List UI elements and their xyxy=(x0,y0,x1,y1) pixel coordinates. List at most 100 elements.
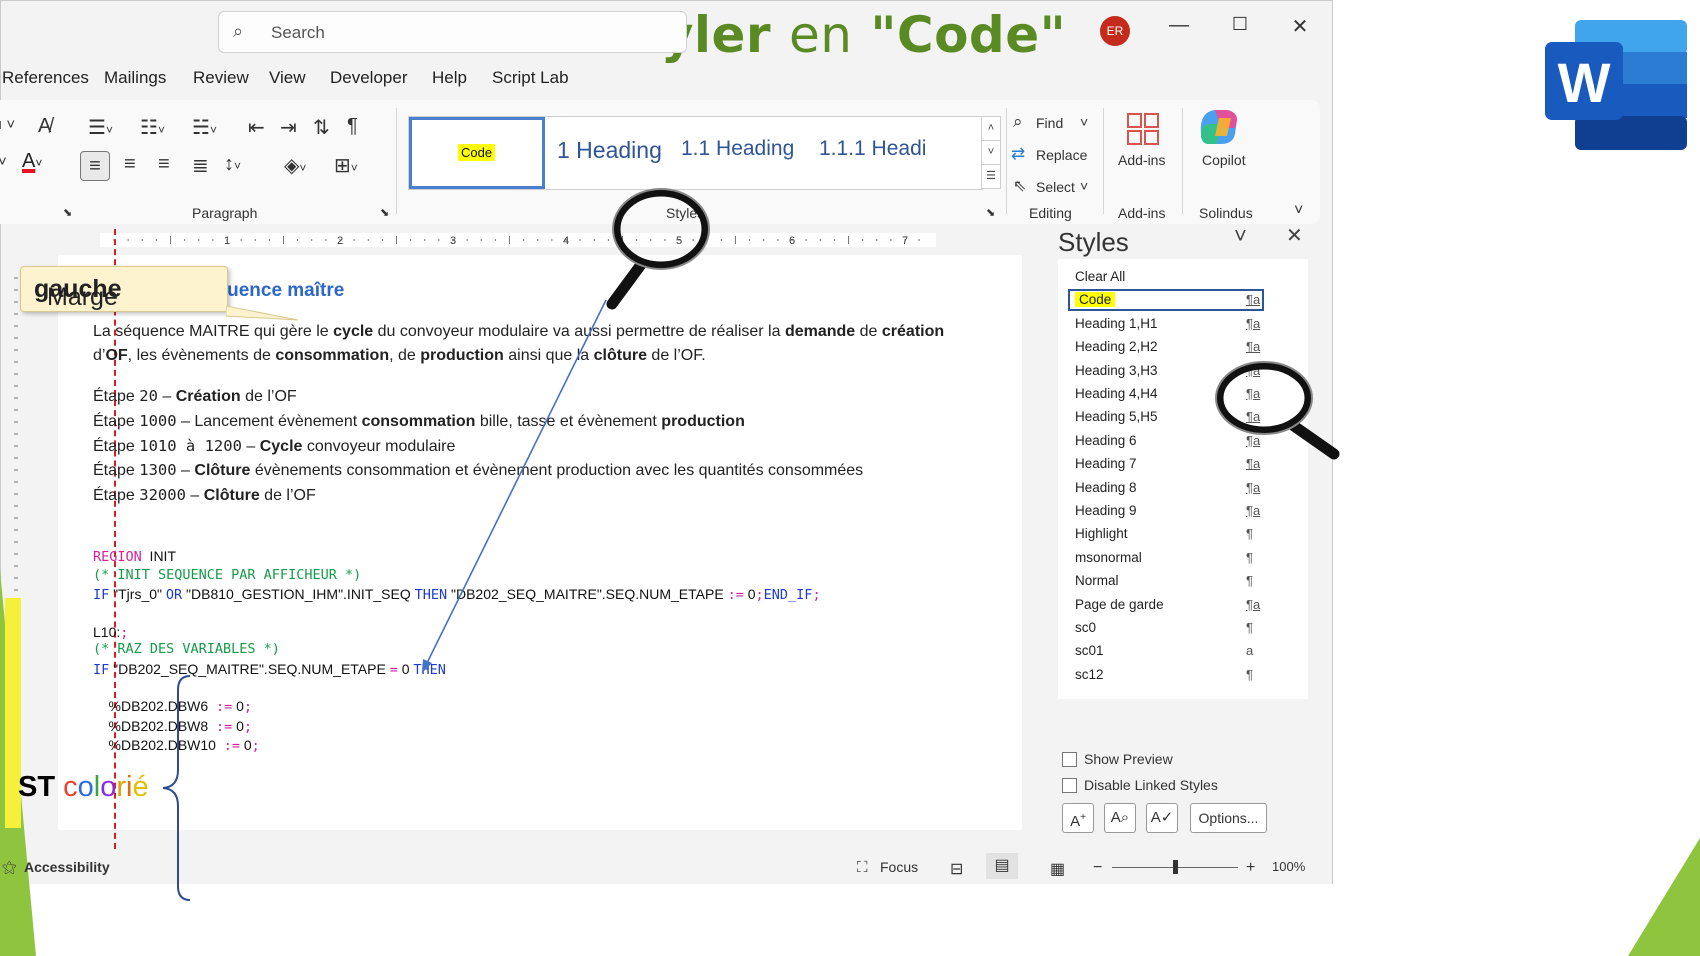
zoom-out-icon[interactable]: − xyxy=(1093,859,1102,877)
zoom-slider[interactable] xyxy=(1112,860,1238,874)
text-run: clôture xyxy=(593,347,647,364)
search-input[interactable]: ⌕ Search xyxy=(218,11,687,53)
code-line[interactable]: IF "DB202_SEQ_MAITRE".SEQ.NUM_ETAPE = 0 … xyxy=(93,661,446,678)
text-run: 20 xyxy=(139,387,158,405)
align-center-icon[interactable]: ≡ xyxy=(124,153,136,176)
text-run: de l’OF xyxy=(240,388,297,405)
sort-icon[interactable]: ⇅ xyxy=(313,115,330,140)
gallery-scroll-down-icon[interactable]: ˅ xyxy=(981,140,1001,165)
code-line[interactable]: %DB202.DBW8 := 0; xyxy=(93,718,252,735)
select-dropdown-icon[interactable]: ˅ xyxy=(1080,178,1088,194)
align-right-icon[interactable]: ≡ xyxy=(158,153,170,176)
tab-review[interactable]: Review xyxy=(193,68,249,88)
replace-button[interactable]: Replace xyxy=(1036,147,1087,163)
line-spacing-icon[interactable]: ↕˅ xyxy=(224,153,241,176)
zoom-slider-thumb[interactable] xyxy=(1173,860,1178,874)
tab-view[interactable]: View xyxy=(269,68,306,88)
pane-options-chevron-icon[interactable]: ˅ xyxy=(1234,223,1247,249)
doc-step-line[interactable]: Étape 1010 à 1200 – Cycle convoyeur modu… xyxy=(93,437,455,456)
show-marks-icon[interactable]: ¶ xyxy=(347,115,358,138)
style-inspector-icon[interactable]: A⌕ xyxy=(1104,803,1136,833)
code-token: 0 xyxy=(232,698,244,714)
justify-icon[interactable]: ≣ xyxy=(192,153,209,178)
multilevel-list-icon[interactable]: ☵˅ xyxy=(192,115,217,140)
style-type-mark: ¶ xyxy=(1246,526,1253,542)
align-left-icon[interactable]: ≡ xyxy=(80,151,110,181)
font-dialog-launcher-icon[interactable]: ⬊ xyxy=(63,206,72,219)
minimize-icon[interactable]: — xyxy=(1164,14,1194,37)
ribbon-collapse-icon[interactable]: ˅ xyxy=(1294,202,1303,220)
code-token: %DB202.DBW6 xyxy=(93,698,216,714)
style-item-name: Heading 8 xyxy=(1075,479,1137,495)
gallery-more-icon[interactable]: ☰ xyxy=(981,164,1001,189)
code-line[interactable]: REGION INIT xyxy=(93,548,176,565)
options-button[interactable]: Options... xyxy=(1190,803,1267,833)
doc-step-line[interactable]: Étape 32000 – Clôture de l’OF xyxy=(93,486,316,505)
font-dropdown-icon[interactable]: ˅ xyxy=(0,153,7,170)
find-dropdown-icon[interactable]: ˅ xyxy=(1080,114,1088,130)
doc-step-line[interactable]: Étape 1300 – Clôture évènements consomma… xyxy=(93,461,863,480)
code-line[interactable]: %DB202.DBW10 := 0; xyxy=(93,737,260,754)
focus-button[interactable]: Focus xyxy=(880,859,918,875)
copilot-icon[interactable] xyxy=(1193,104,1243,148)
doc-paragraph-line1[interactable]: La séquence MAITRE qui gère le cycle du … xyxy=(93,323,944,341)
print-layout-icon[interactable]: ▤ xyxy=(986,853,1018,879)
font-color-icon[interactable]: A˅ xyxy=(22,150,42,173)
style-tile-heading1[interactable]: 1 Heading xyxy=(557,137,662,164)
pane-close-icon[interactable]: ✕ xyxy=(1286,223,1303,248)
decrease-indent-icon[interactable]: ⇤ xyxy=(248,115,265,140)
zoom-level[interactable]: 100% xyxy=(1272,859,1305,874)
find-button[interactable]: Find xyxy=(1036,115,1063,131)
doc-step-line[interactable]: Étape 20 – Création de l’OF xyxy=(93,387,297,406)
manage-styles-icon[interactable]: A✓ xyxy=(1146,803,1178,833)
code-line[interactable]: %DB202.DBW6 := 0; xyxy=(93,698,252,715)
borders-icon[interactable]: ⊞˅ xyxy=(334,153,358,178)
tab-mailings[interactable]: Mailings xyxy=(104,68,166,88)
code-line[interactable]: (* RAZ DES VARIABLES *) xyxy=(93,641,280,657)
close-icon[interactable]: ✕ xyxy=(1285,14,1315,39)
doc-step-line[interactable]: Étape 1000 – Lancement évènement consomm… xyxy=(93,412,745,431)
doc-paragraph-line2[interactable]: d’OF, les évènements de consommation, de… xyxy=(93,347,706,365)
disable-linked-styles-checkbox[interactable] xyxy=(1062,778,1077,793)
ribbon-separator xyxy=(1103,108,1104,214)
select-button[interactable]: Select xyxy=(1036,179,1075,195)
ruler-number: 7 xyxy=(902,235,908,247)
tab-references[interactable]: References xyxy=(2,68,89,88)
code-token: "DB202_SEQ_MAITRE".SEQ.NUM_ETAPE xyxy=(447,586,728,602)
show-preview-checkbox[interactable] xyxy=(1062,752,1077,767)
accessibility-status[interactable]: Accessibility xyxy=(24,859,110,875)
numbering-icon[interactable]: ☷˅ xyxy=(140,115,165,140)
code-token: (* RAZ DES VARIABLES *) xyxy=(93,641,280,657)
style-tile-code[interactable]: Code xyxy=(409,117,545,189)
new-style-icon[interactable]: A+ xyxy=(1062,803,1094,833)
clear-formatting-icon[interactable]: A̸ xyxy=(38,115,51,138)
addins-button[interactable]: Add-ins xyxy=(1118,152,1165,168)
code-line[interactable]: (* INIT SEQUENCE PAR AFFICHEUR *) xyxy=(93,567,361,583)
read-mode-icon[interactable]: ⊟ xyxy=(950,859,963,879)
font-size-dropdown[interactable]: ı ˅ xyxy=(0,116,15,133)
style-item-name: Heading 6 xyxy=(1075,432,1137,448)
left-margin-guide xyxy=(114,229,116,849)
web-layout-icon[interactable]: ▦ xyxy=(1050,859,1065,879)
maximize-icon[interactable]: ☐ xyxy=(1225,14,1255,35)
tab-developer[interactable]: Developer xyxy=(330,68,408,88)
code-line[interactable]: L10:; xyxy=(93,624,128,641)
text-run: , de xyxy=(389,347,421,364)
code-token: INIT xyxy=(141,548,177,564)
gallery-scroll-up-icon[interactable]: ˄ xyxy=(981,116,1001,140)
avatar[interactable]: ER xyxy=(1100,16,1130,46)
copilot-button[interactable]: Copilot xyxy=(1202,152,1246,168)
styles-dialog-launcher-icon[interactable]: ⬊ xyxy=(986,206,995,219)
style-tile-heading3[interactable]: 1.1.1 Headi xyxy=(819,137,926,161)
tab-help[interactable]: Help xyxy=(432,68,467,88)
shading-icon[interactable]: ◈˅ xyxy=(284,153,306,178)
bullets-icon[interactable]: ☰˅ xyxy=(88,115,113,140)
addins-grid-icon[interactable] xyxy=(1126,112,1160,146)
zoom-in-icon[interactable]: + xyxy=(1246,859,1255,877)
paragraph-dialog-launcher-icon[interactable]: ⬊ xyxy=(380,206,389,219)
code-line[interactable]: IF "Tjrs_0" OR "DB810_GESTION_IHM".INIT_… xyxy=(93,586,821,603)
style-tile-heading2[interactable]: 1.1 Heading xyxy=(681,137,794,161)
tab-script-lab[interactable]: Script Lab xyxy=(492,68,569,88)
style-type-mark: a xyxy=(1246,643,1254,659)
increase-indent-icon[interactable]: ⇥ xyxy=(280,115,297,140)
